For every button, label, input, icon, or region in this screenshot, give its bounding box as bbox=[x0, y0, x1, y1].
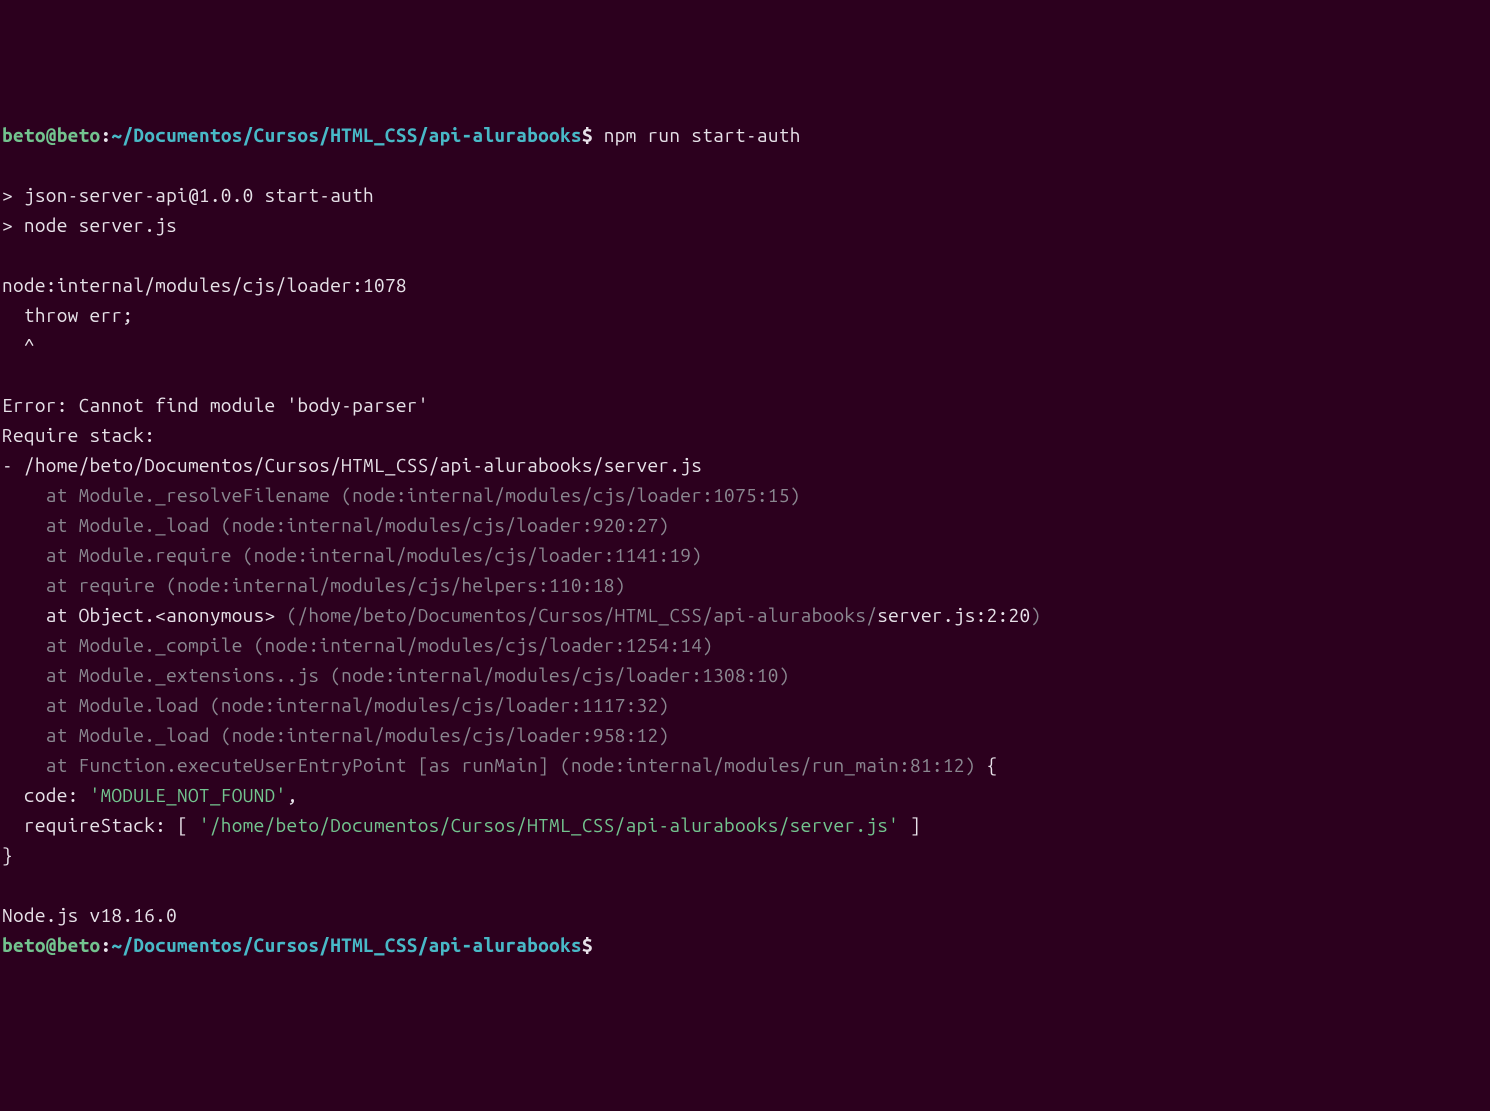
trace-prefix: at Object.<anonymous> bbox=[2, 604, 286, 626]
prompt-path: ~/Documentos/Cursos/HTML_CSS/api-alurabo… bbox=[111, 934, 581, 956]
trace-file-pos: server.js:2:20 bbox=[877, 604, 1030, 626]
stack-trace-line: at require (node:internal/modules/cjs/he… bbox=[2, 574, 626, 596]
stack-trace-line: at Module._load (node:internal/modules/c… bbox=[2, 514, 669, 536]
prompt-line-2: beto@beto:~/Documentos/Cursos/HTML_CSS/a… bbox=[2, 934, 593, 956]
throw-err-line: throw err; bbox=[2, 304, 133, 326]
prompt-dollar: $ bbox=[582, 124, 593, 146]
error-message: Error: Cannot find module 'body-parser' bbox=[2, 394, 429, 416]
require-stack-label: Require stack: bbox=[2, 424, 155, 446]
stack-trace-line: at Module.require (node:internal/modules… bbox=[2, 544, 702, 566]
trace-path: (/home/beto/Documentos/Cursos/HTML_CSS/a… bbox=[286, 604, 877, 626]
stack-trace-line: at Module._load (node:internal/modules/c… bbox=[2, 724, 669, 746]
stack-trace-line: at Module._extensions..js (node:internal… bbox=[2, 664, 790, 686]
stack-trace-line-last: at Function.executeUserEntryPoint [as ru… bbox=[2, 754, 998, 776]
caret-line: ^ bbox=[2, 334, 35, 356]
prompt-path: ~/Documentos/Cursos/HTML_CSS/api-alurabo… bbox=[111, 124, 581, 146]
prompt-dollar: $ bbox=[582, 934, 593, 956]
loader-path-line: node:internal/modules/cjs/loader:1078 bbox=[2, 274, 407, 296]
trace-close-paren: ) bbox=[1030, 604, 1041, 626]
reqstack-label: requireStack: [ bbox=[2, 814, 199, 836]
npm-script-line: > json-server-api@1.0.0 start-auth bbox=[2, 184, 374, 206]
error-code-line: code: 'MODULE_NOT_FOUND', bbox=[2, 784, 297, 806]
require-stack-file: - /home/beto/Documentos/Cursos/HTML_CSS/… bbox=[2, 454, 702, 476]
open-brace: { bbox=[976, 754, 998, 776]
command-text: npm run start-auth bbox=[593, 124, 801, 146]
stack-trace-line: at Module._resolveFilename (node:interna… bbox=[2, 484, 801, 506]
trace-text: at Function.executeUserEntryPoint [as ru… bbox=[2, 754, 976, 776]
reqstack-value: '/home/beto/Documentos/Cursos/HTML_CSS/a… bbox=[199, 814, 899, 836]
node-version-line: Node.js v18.16.0 bbox=[2, 904, 177, 926]
require-stack-array-line: requireStack: [ '/home/beto/Documentos/C… bbox=[2, 814, 921, 836]
stack-trace-line: at Module.load (node:internal/modules/cj… bbox=[2, 694, 669, 716]
prompt-colon: : bbox=[100, 934, 111, 956]
prompt-user: beto@beto bbox=[2, 934, 100, 956]
comma: , bbox=[286, 784, 297, 806]
prompt-line-1: beto@beto:~/Documentos/Cursos/HTML_CSS/a… bbox=[2, 124, 801, 146]
closing-brace: } bbox=[2, 844, 13, 866]
stack-trace-line: at Module._compile (node:internal/module… bbox=[2, 634, 713, 656]
terminal-output[interactable]: beto@beto:~/Documentos/Cursos/HTML_CSS/a… bbox=[2, 120, 1488, 960]
code-label: code: bbox=[2, 784, 90, 806]
npm-node-line: > node server.js bbox=[2, 214, 177, 236]
prompt-user: beto@beto bbox=[2, 124, 100, 146]
reqstack-close: ] bbox=[899, 814, 921, 836]
prompt-colon: : bbox=[100, 124, 111, 146]
code-value: 'MODULE_NOT_FOUND' bbox=[90, 784, 287, 806]
stack-trace-line-highlighted: at Object.<anonymous> (/home/beto/Docume… bbox=[2, 604, 1041, 626]
